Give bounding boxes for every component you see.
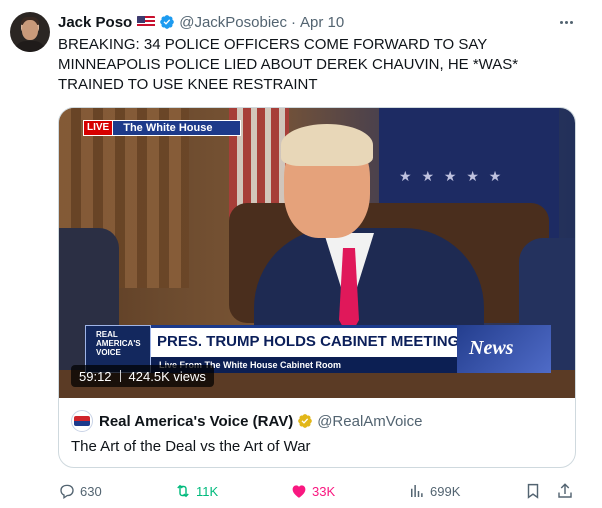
retweet-count: 11K: [196, 483, 219, 499]
media-card[interactable]: ★ ★ ★ ★ ★ LIVE The White House REAL AMER…: [58, 107, 576, 468]
quoted-avatar[interactable]: [71, 410, 93, 432]
share-icon: [558, 483, 572, 498]
gold-verified-badge-icon: [298, 414, 313, 428]
like-button[interactable]: 33K: [290, 480, 335, 502]
news-mark: News: [457, 325, 551, 373]
share-button[interactable]: [556, 480, 578, 502]
live-banner: LIVE The White House: [83, 120, 241, 136]
header-separator: ·: [291, 13, 296, 31]
reply-button[interactable]: 630: [58, 480, 102, 502]
chyron-title: PRES. TRUMP HOLDS CABINET MEETING: [157, 333, 460, 350]
heart-filled-icon: [292, 485, 306, 498]
tweet-text: BREAKING: 34 POLICE OFFICERS COME FORWAR…: [58, 36, 519, 93]
more-options-button[interactable]: [556, 12, 576, 32]
views-button[interactable]: 699K: [408, 480, 460, 502]
quoted-name[interactable]: Real America's Voice (RAV): [99, 413, 293, 430]
video-stats: 59:12 424.5K views: [71, 365, 214, 387]
video-player[interactable]: ★ ★ ★ ★ ★ LIVE The White House REAL AMER…: [59, 108, 575, 398]
author-name[interactable]: Jack Poso: [58, 14, 132, 31]
video-duration: 59:12: [79, 368, 112, 384]
retweet-icon: [177, 484, 189, 498]
analytics-icon: [411, 485, 423, 497]
us-flag-icon: [137, 16, 156, 28]
author-handle[interactable]: @JackPosobiec: [179, 14, 287, 31]
tweet-header: Jack Poso @JackPosobiec · Apr 10: [58, 12, 344, 32]
tweet[interactable]: Jack Poso @JackPosobiec · Apr 10 BREAKIN…: [0, 0, 602, 508]
chyron: PRES. TRUMP HOLDS CABINET MEETING: [151, 325, 460, 357]
bookmark-icon: [527, 483, 539, 499]
quoted-handle[interactable]: @RealAmVoice: [317, 413, 422, 430]
reply-count: 630: [80, 483, 102, 499]
verified-badge-icon: [160, 15, 175, 29]
bookmark-button[interactable]: [524, 480, 546, 502]
action-bar: 630 11K 33K 699K: [58, 480, 578, 502]
view-count: 699K: [430, 483, 461, 499]
author-avatar[interactable]: [10, 12, 50, 52]
video-views: 424.5K views: [128, 368, 206, 384]
live-title: The White House: [123, 122, 213, 134]
live-tag: LIVE: [84, 121, 114, 135]
more-horizontal-icon: [559, 20, 563, 24]
quoted-tweet[interactable]: Real America's Voice (RAV) @RealAmVoice …: [59, 398, 575, 467]
quoted-header: Real America's Voice (RAV) @RealAmVoice: [71, 410, 422, 432]
tweet-date[interactable]: Apr 10: [300, 14, 344, 31]
reply-icon: [60, 484, 74, 500]
like-count: 33K: [312, 483, 336, 499]
quoted-text: The Art of the Deal vs the Art of War: [71, 438, 311, 455]
retweet-button[interactable]: 11K: [174, 480, 218, 502]
